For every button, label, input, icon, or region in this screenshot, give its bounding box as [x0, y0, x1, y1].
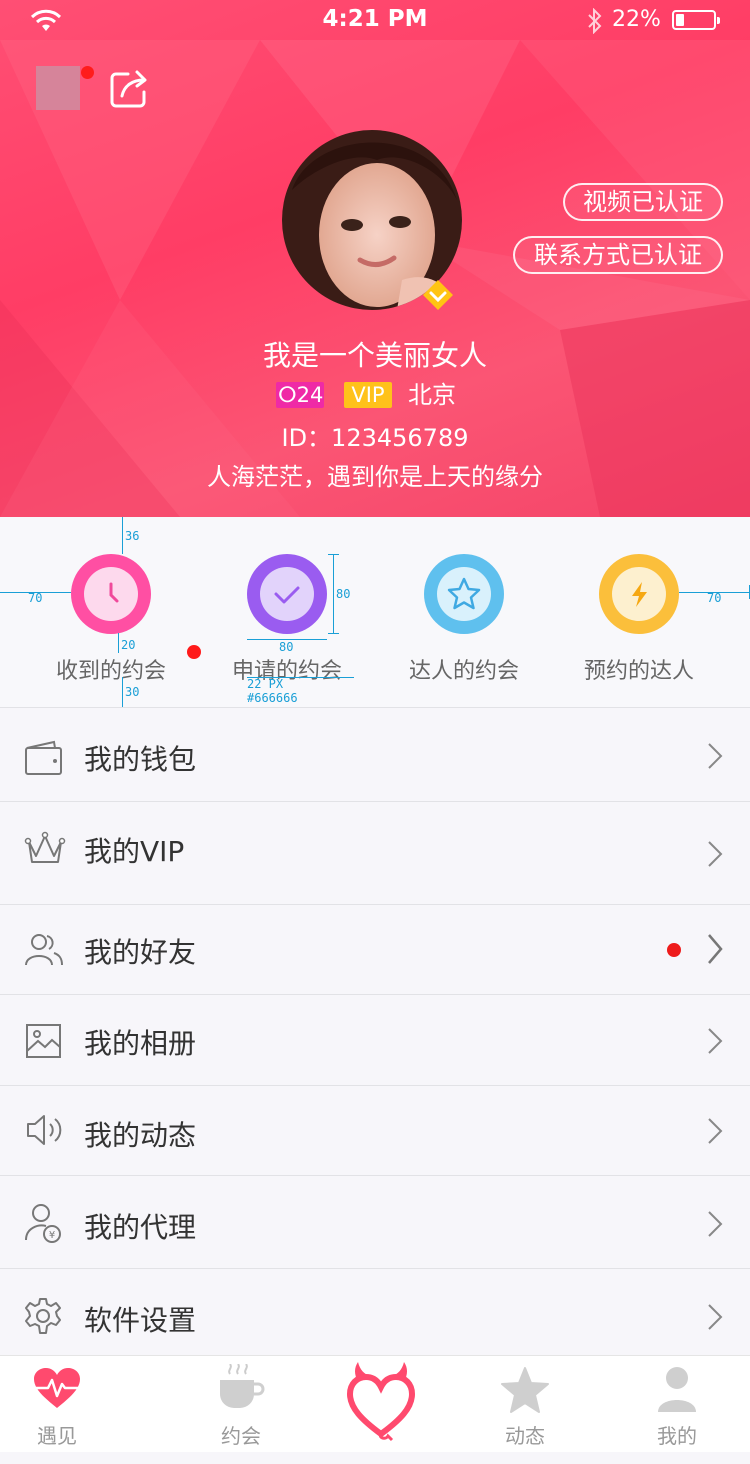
notification-dot — [667, 943, 681, 957]
motto: 人海茫茫，遇到你是上天的缘分 — [207, 463, 543, 491]
appointment-booked-expert[interactable]: 预约的达人 — [551, 517, 727, 707]
chevron-right-icon — [708, 1118, 723, 1144]
appointment-circle — [599, 554, 679, 634]
appointment-label: 预约的达人 — [583, 659, 694, 684]
tab-center[interactable] — [340, 1356, 420, 1454]
measure-line — [122, 517, 123, 554]
message-button[interactable] — [36, 66, 80, 110]
city-label: 北京 — [408, 381, 456, 409]
verified-badge-icon — [423, 280, 453, 310]
tab-dating[interactable]: 约会 — [196, 1356, 286, 1454]
speaker-icon — [27, 1115, 62, 1145]
measure-line — [122, 677, 123, 707]
menu-list: 我的钱包 我的VIP 我的好友 我的相册 我的动态 ¥ 我的代理 软件设置 — [0, 707, 750, 1356]
wallet-icon — [25, 740, 62, 775]
chevron-right-icon — [708, 743, 723, 769]
appointment-circle — [71, 554, 151, 634]
chevron-right-icon — [708, 841, 723, 867]
menu-label: 我的好友 — [84, 936, 197, 969]
appointment-received[interactable]: 收到的约会 — [23, 517, 201, 707]
chevron-right-icon — [708, 1304, 723, 1330]
video-verified-tag: 视频已认证 — [563, 183, 723, 221]
measure-line — [333, 554, 334, 634]
battery-percent: 22% — [612, 7, 661, 32]
tab-label: 我的 — [657, 1424, 697, 1448]
profile-badges: ⵔ24 VIP 北京 — [0, 380, 750, 410]
tab-label: 遇见 — [37, 1424, 77, 1448]
bluetooth-icon — [588, 8, 602, 34]
person-icon — [658, 1367, 696, 1412]
notification-dot — [81, 66, 94, 79]
menu-item-wallet[interactable]: 我的钱包 — [0, 707, 750, 801]
lightning-icon — [632, 582, 647, 607]
measure-bottom: 30 — [125, 685, 140, 699]
tab-me[interactable]: 我的 — [632, 1356, 722, 1454]
chat-count: 24 — [296, 383, 324, 407]
measure-gap: 20 — [121, 638, 136, 652]
appointment-expert[interactable]: 达人的约会 — [376, 517, 552, 707]
appointment-label: 申请的约会 — [231, 659, 342, 684]
battery-icon — [672, 10, 720, 30]
status-bar: 4:21 PM 22% — [0, 0, 750, 40]
agent-icon: ¥ — [25, 1204, 61, 1243]
measure-line — [118, 633, 119, 653]
tab-label: 动态 — [505, 1424, 545, 1448]
menu-label: 软件设置 — [84, 1304, 197, 1337]
measure-circle-width: 80 — [279, 640, 294, 654]
menu-item-agent[interactable]: ¥ 我的代理 — [0, 1175, 750, 1268]
menu-label: 我的动态 — [84, 1119, 197, 1152]
measure-line — [328, 633, 339, 634]
clock-icon — [109, 582, 119, 603]
chevron-right-icon — [708, 934, 723, 964]
tab-moments[interactable]: 动态 — [480, 1356, 570, 1454]
coffee-cup-icon — [220, 1364, 265, 1408]
menu-item-moments[interactable]: 我的动态 — [0, 1085, 750, 1175]
measure-font-size: 22 PX — [247, 677, 284, 691]
photo-album-icon — [26, 1024, 61, 1058]
user-id: ID：123456789 — [281, 424, 469, 452]
home-indicator-area — [0, 1452, 750, 1464]
menu-item-settings[interactable]: 软件设置 — [0, 1268, 750, 1356]
measure-line — [328, 554, 339, 555]
menu-label: 我的VIP — [84, 835, 185, 868]
measure-font-color: #666666 — [247, 691, 298, 705]
menu-label: 我的相册 — [84, 1027, 197, 1060]
vip-badge: VIP — [344, 382, 392, 408]
menu-label: 我的代理 — [84, 1211, 197, 1244]
appointment-label: 收到的约会 — [55, 659, 166, 684]
share-icon[interactable] — [108, 68, 150, 110]
chevron-right-icon — [708, 1028, 723, 1054]
chevron-right-icon — [708, 1211, 723, 1237]
profile-header: 4:21 PM 22% 视频已认证 联系方式已认证 我是一个美丽女人 ⵔ24 V… — [0, 0, 750, 517]
appointment-shortcuts: 收到的约会 申请的约会 达人的约会 预约的达人 36 70 70 80 80 2… — [0, 517, 750, 707]
star-icon — [447, 577, 481, 610]
settings-gear-icon — [25, 1298, 61, 1334]
check-icon — [274, 586, 300, 604]
chat-count-badge: ⵔ24 — [276, 382, 324, 408]
measure-circle-height: 80 — [336, 587, 351, 601]
appointment-circle — [247, 554, 327, 634]
measure-top: 36 — [125, 529, 140, 543]
devil-heart-icon — [346, 1362, 416, 1442]
menu-item-album[interactable]: 我的相册 — [0, 994, 750, 1085]
menu-item-friends[interactable]: 我的好友 — [0, 904, 750, 994]
tab-bar: 遇见 约会 动态 我的 — [0, 1355, 750, 1464]
appointment-circle — [424, 554, 504, 634]
appointment-applied[interactable]: 申请的约会 — [199, 517, 375, 707]
heartbeat-icon — [34, 1368, 80, 1408]
crown-icon — [24, 831, 66, 863]
star-icon — [501, 1367, 549, 1413]
menu-label: 我的钱包 — [84, 743, 197, 776]
measure-left: 70 — [28, 591, 43, 605]
svg-text:¥: ¥ — [49, 1230, 55, 1241]
menu-item-vip[interactable]: 我的VIP — [0, 801, 750, 904]
measure-right: 70 — [707, 591, 722, 605]
nickname: 我是一个美丽女人 — [262, 339, 487, 372]
appointment-label: 达人的约会 — [408, 659, 519, 684]
friends-icon — [25, 934, 63, 966]
chat-bubble-icon: ⵔ — [278, 383, 297, 407]
contact-verified-tag: 联系方式已认证 — [513, 236, 723, 274]
tab-label: 约会 — [221, 1424, 261, 1448]
tab-encounter[interactable]: 遇见 — [12, 1356, 102, 1454]
